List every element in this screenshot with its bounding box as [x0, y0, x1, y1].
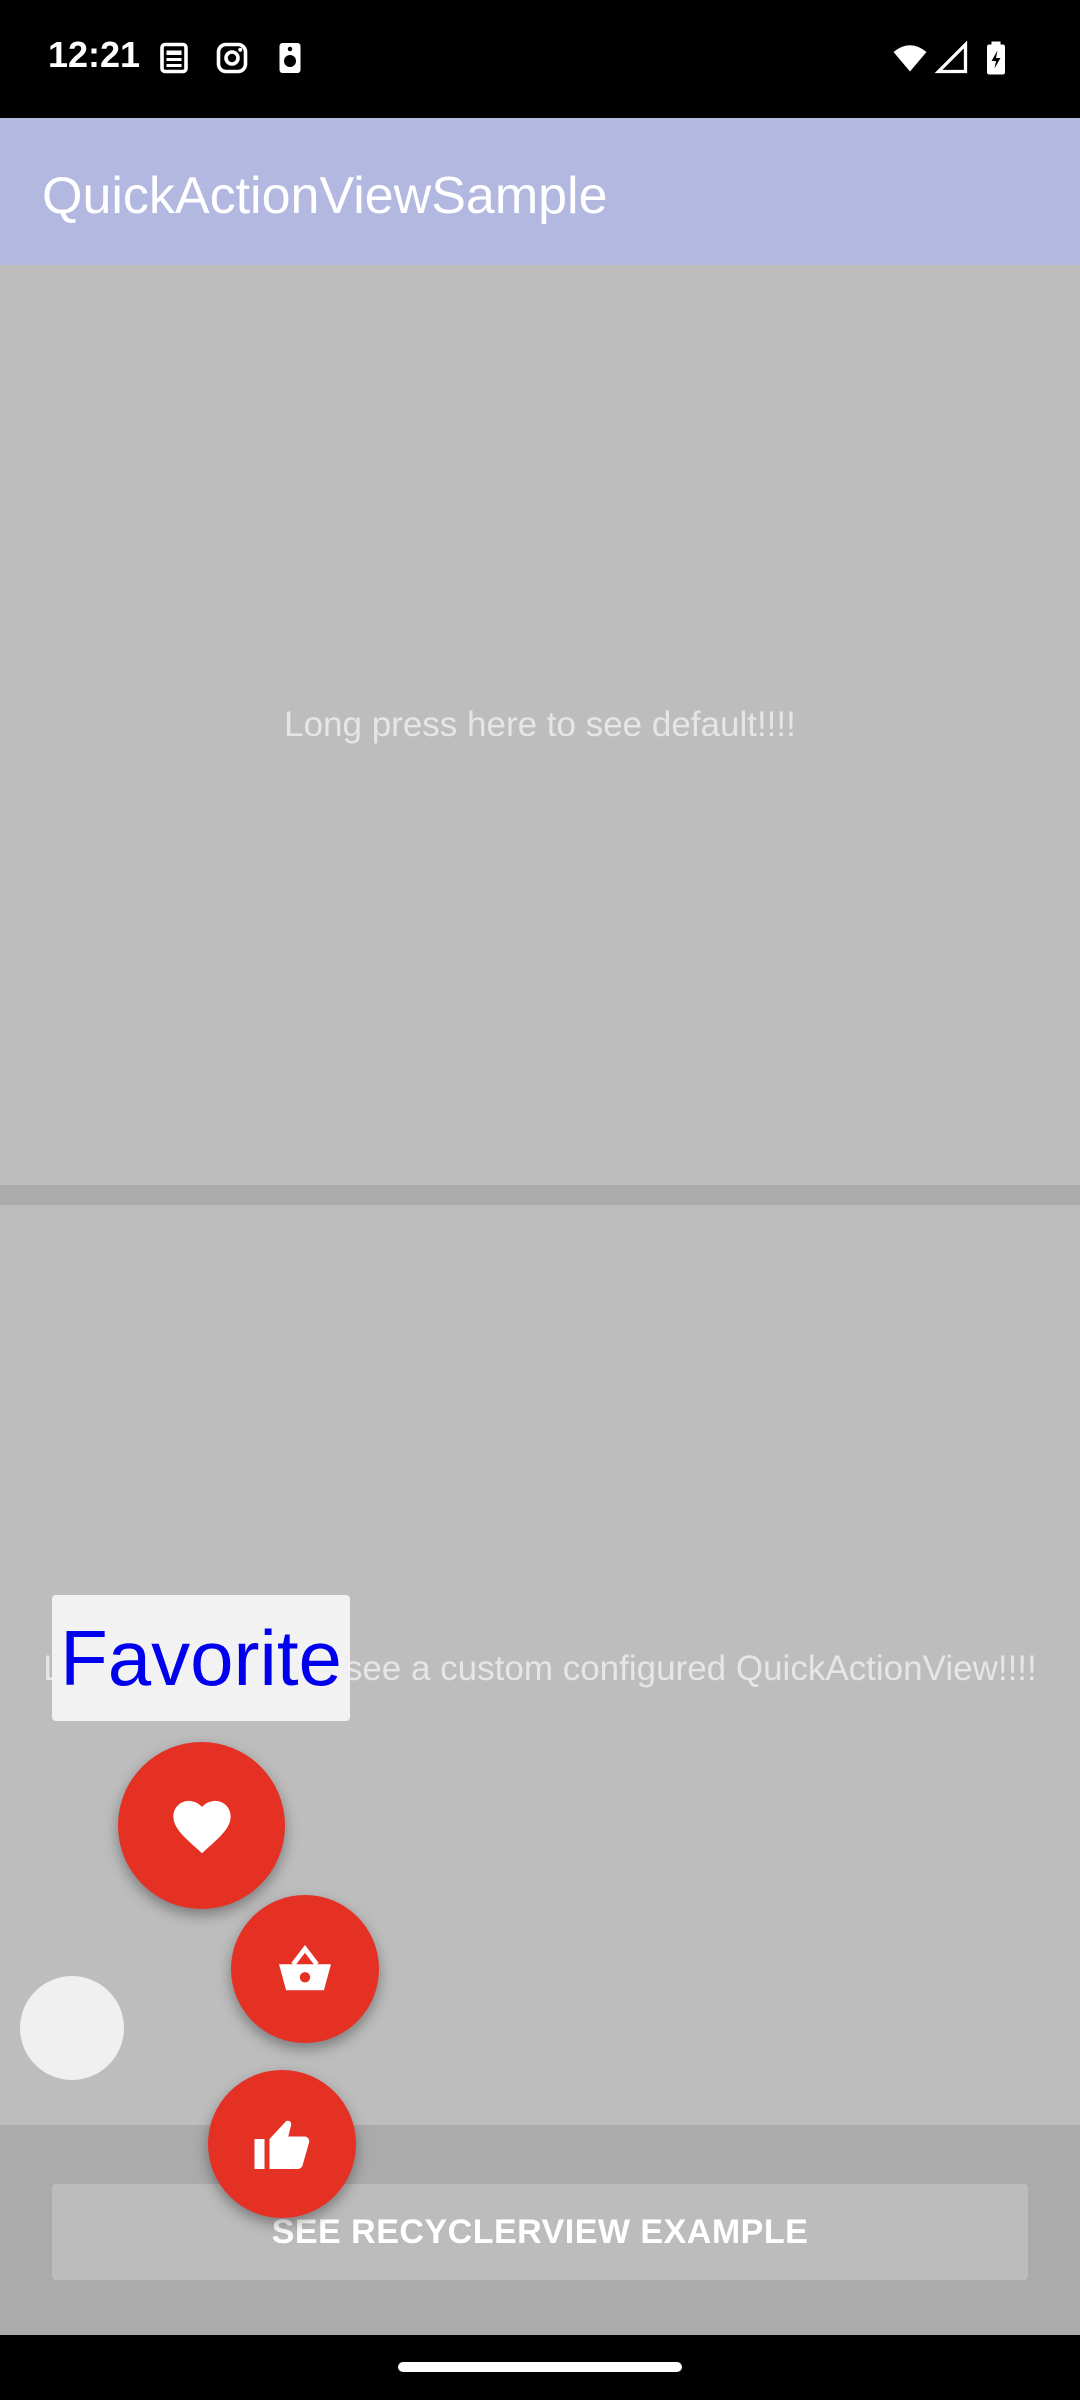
panel-divider [0, 1185, 1080, 1205]
default-longpress-panel[interactable]: Long press here to see default!!!! [0, 265, 1080, 1185]
quick-action-anchor [20, 1976, 124, 2080]
news-icon [160, 42, 188, 74]
action-tooltip: Favorite [52, 1595, 350, 1721]
heart-icon [172, 1800, 231, 1853]
signal-icon [934, 40, 968, 74]
home-gesture-handle[interactable] [398, 2362, 682, 2372]
basket-action-button[interactable] [231, 1895, 379, 2043]
instagram-icon [216, 42, 248, 74]
see-recyclerview-button[interactable]: SEE RECYCLERVIEW EXAMPLE [52, 2184, 1028, 2280]
status-time: 12:21 [48, 34, 141, 75]
default-panel-label: Long press here to see default!!!! [284, 705, 796, 744]
wifi-icon [893, 45, 927, 72]
speaker-icon [279, 43, 301, 73]
app-title: QuickActionViewSample [42, 167, 608, 225]
like-action-button[interactable] [208, 2070, 356, 2218]
battery-icon [987, 41, 1005, 75]
status-bar: 12:21 [0, 0, 1080, 118]
basket-icon [279, 1945, 331, 1991]
favorite-action-button[interactable] [118, 1742, 285, 1909]
thumbs-up-icon [254, 2120, 310, 2169]
app-bar: QuickActionViewSample [0, 118, 1080, 265]
